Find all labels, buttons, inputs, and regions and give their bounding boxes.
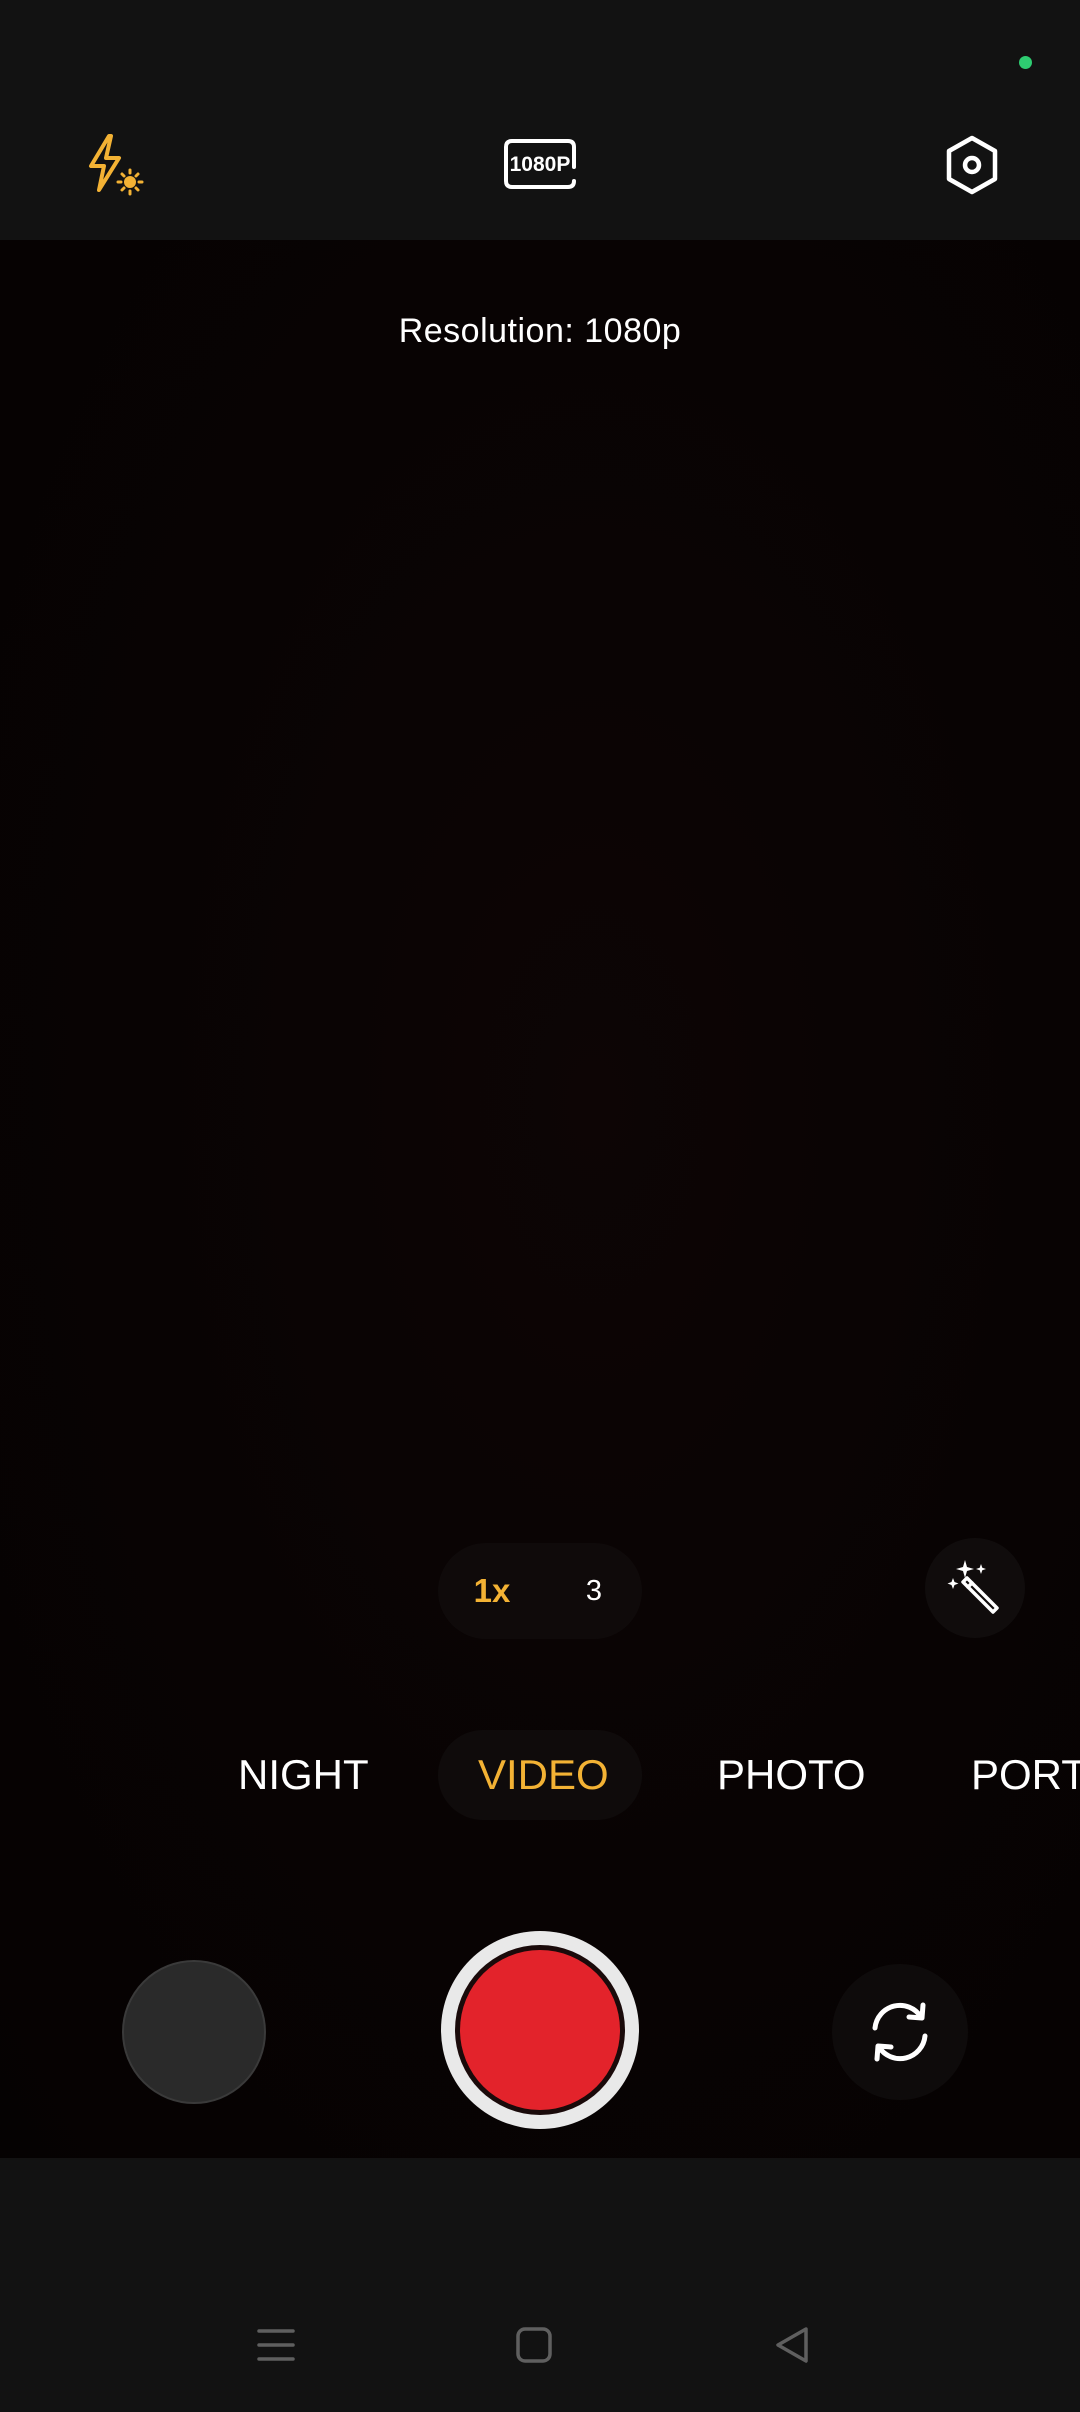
mode-photo[interactable]: PHOTO: [717, 1735, 866, 1815]
magic-wand-icon: [947, 1560, 999, 1614]
nav-back-button[interactable]: [757, 2310, 827, 2380]
camera-screen: 1080P Resolution: 1080p 1x 3 NIGHT VIDEO…: [0, 0, 1080, 2412]
resolution-button[interactable]: 1080P: [479, 110, 601, 220]
nav-menu-button[interactable]: [241, 2310, 311, 2380]
mode-video[interactable]: VIDEO: [478, 1735, 609, 1815]
flash-auto-icon: [89, 134, 144, 196]
camera-viewfinder[interactable]: [0, 240, 1080, 2158]
home-icon: [516, 2327, 552, 2363]
resolution-badge-label: 1080P: [510, 153, 571, 176]
effects-button[interactable]: [925, 1538, 1025, 1638]
mode-selector: NIGHT VIDEO PHOTO PORT: [0, 1735, 1080, 1815]
settings-button[interactable]: [912, 110, 1032, 220]
mode-night[interactable]: NIGHT: [238, 1735, 369, 1815]
record-button[interactable]: [441, 1931, 639, 2129]
record-button-core: [460, 1950, 620, 2110]
zoom-3x-button[interactable]: 3: [546, 1543, 642, 1639]
top-toolbar: 1080P: [0, 110, 1080, 240]
back-icon: [776, 2327, 808, 2363]
gallery-thumbnail[interactable]: [122, 1960, 266, 2104]
nav-home-button[interactable]: [499, 2310, 569, 2380]
zoom-1x-button[interactable]: 1x: [444, 1543, 540, 1639]
switch-camera-button[interactable]: [832, 1964, 968, 2100]
menu-icon: [257, 2329, 295, 2361]
settings-hexagon-icon: [946, 135, 998, 195]
flash-button[interactable]: [50, 110, 170, 220]
zoom-selector: 1x 3: [438, 1543, 642, 1639]
privacy-indicator-dot: [1019, 56, 1032, 69]
resolution-toast: Resolution: 1080p: [398, 312, 682, 350]
status-bar: [0, 0, 1080, 110]
mode-portrait[interactable]: PORT: [971, 1735, 1080, 1815]
resolution-badge-icon: 1080P: [504, 139, 576, 189]
camera-switch-icon: [872, 2002, 928, 2062]
